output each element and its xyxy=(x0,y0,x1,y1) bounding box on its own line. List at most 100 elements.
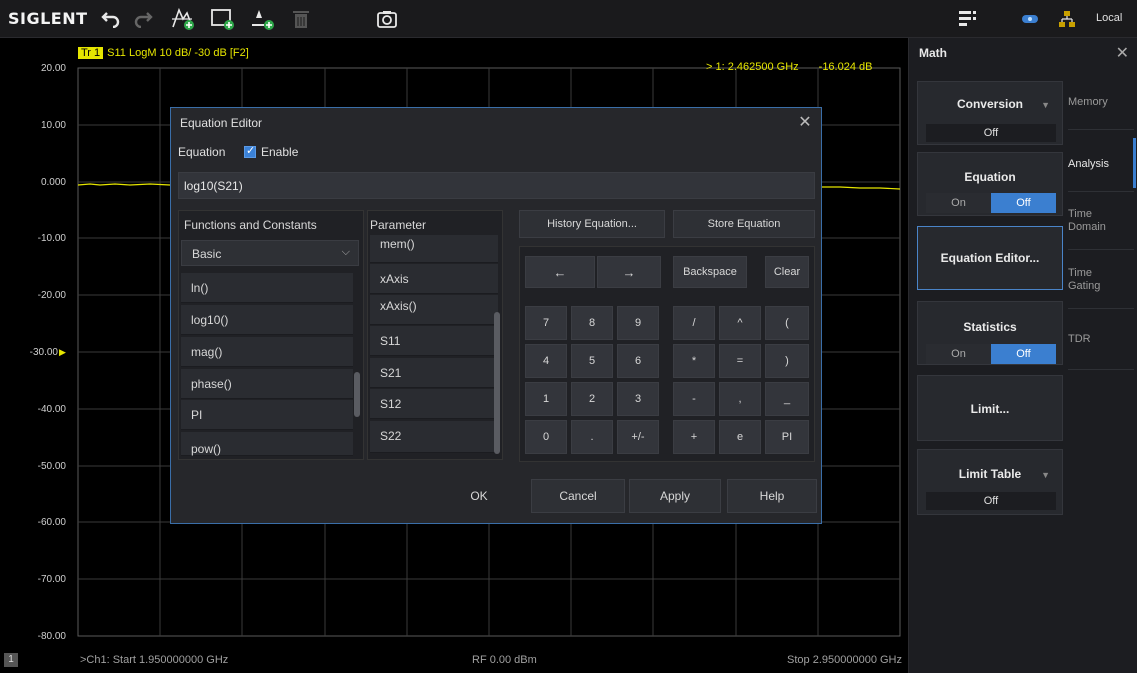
tab-time-gating[interactable]: Time Gating xyxy=(1068,267,1112,293)
key-7[interactable]: 7 xyxy=(525,306,567,340)
ok-button[interactable]: OK xyxy=(433,479,525,513)
key-plus[interactable]: + xyxy=(673,420,715,454)
key-2[interactable]: 2 xyxy=(571,382,613,416)
limit-button[interactable]: Limit... xyxy=(917,375,1063,441)
key-multiply[interactable]: * xyxy=(673,344,715,378)
key-comma[interactable]: , xyxy=(719,382,761,416)
y-axis-label: -20.00 xyxy=(37,290,66,301)
function-item[interactable]: PI xyxy=(181,400,353,430)
parameter-item[interactable]: S12 xyxy=(370,389,498,419)
help-button[interactable]: Help xyxy=(727,479,817,513)
parameter-scrollbar[interactable] xyxy=(494,312,500,454)
key-6[interactable]: 6 xyxy=(617,344,659,378)
key-divide[interactable]: / xyxy=(673,306,715,340)
cursor-left-button[interactable]: ← xyxy=(525,256,595,288)
key-close-paren[interactable]: ) xyxy=(765,344,809,378)
parameter-item[interactable]: xAxis xyxy=(370,264,498,294)
statistics-toggle[interactable]: Statistics On Off xyxy=(917,301,1063,365)
function-item[interactable]: phase() xyxy=(181,369,353,399)
key-8[interactable]: 8 xyxy=(571,306,613,340)
parameter-item[interactable]: mem() xyxy=(370,235,498,263)
statistics-on-option[interactable]: On xyxy=(926,344,991,364)
cancel-button[interactable]: Cancel xyxy=(531,479,625,513)
equation-toggle[interactable]: Equation On Off xyxy=(917,152,1063,216)
camera-icon[interactable] xyxy=(374,6,400,32)
trace-tag[interactable]: Tr 1 xyxy=(78,47,104,59)
chevron-down-icon: ⌵ xyxy=(341,246,350,258)
statistics-label: Statistics xyxy=(963,320,1017,334)
key-4[interactable]: 4 xyxy=(525,344,567,378)
function-item[interactable]: ln() xyxy=(181,273,353,303)
statistics-on-off[interactable]: On Off xyxy=(926,344,1056,364)
tab-memory[interactable]: Memory xyxy=(1068,96,1134,109)
enable-checkbox[interactable] xyxy=(244,144,256,158)
store-equation-button[interactable]: Store Equation xyxy=(673,210,815,238)
network-icon[interactable] xyxy=(1054,6,1080,32)
key-minus[interactable]: - xyxy=(673,382,715,416)
close-icon[interactable]: ✕ xyxy=(1116,43,1129,63)
tab-analysis[interactable]: Analysis xyxy=(1068,158,1134,171)
parameter-item[interactable]: S22 xyxy=(370,421,498,453)
tab-time-domain[interactable]: Time Domain xyxy=(1068,208,1112,234)
math-side-panel: Math ✕ Conversion ▼ Off Equation On Off … xyxy=(908,38,1137,673)
enable-label[interactable]: Enable xyxy=(261,145,298,159)
parameter-item[interactable]: S21 xyxy=(370,358,498,388)
add-window-icon[interactable] xyxy=(210,6,236,32)
delete-icon[interactable] xyxy=(288,6,314,32)
channel-number[interactable]: 1 xyxy=(4,653,18,667)
equation-on-option[interactable]: On xyxy=(926,193,991,213)
trace-info: S11 LogM 10 dB/ -30 dB [F2] xyxy=(107,47,249,59)
equation-on-off[interactable]: On Off xyxy=(926,193,1056,213)
equation-off-option[interactable]: Off xyxy=(991,193,1056,213)
parameter-item[interactable]: S11 xyxy=(370,326,498,356)
y-axis-label: 10.00 xyxy=(40,120,66,131)
function-item[interactable]: pow() xyxy=(181,432,353,456)
marker-value: -16.024 dB xyxy=(818,61,873,73)
tab-tdr[interactable]: TDR xyxy=(1068,333,1134,346)
limit-table-button[interactable]: Limit Table ▼ Off xyxy=(917,449,1063,515)
key-3[interactable]: 3 xyxy=(617,382,659,416)
start-frequency[interactable]: >Ch1: Start 1.950000000 GHz xyxy=(80,654,228,666)
apply-button[interactable]: Apply xyxy=(629,479,721,513)
parameter-title: Parameter xyxy=(370,218,427,232)
dialog-title: Equation Editor xyxy=(180,116,263,130)
undo-icon[interactable] xyxy=(98,6,124,32)
equation-input[interactable] xyxy=(178,172,815,199)
key-5[interactable]: 5 xyxy=(571,344,613,378)
key-open-paren[interactable]: ( xyxy=(765,306,809,340)
functions-scrollbar[interactable] xyxy=(354,372,360,417)
key-9[interactable]: 9 xyxy=(617,306,659,340)
key-e[interactable]: e xyxy=(719,420,761,454)
close-icon[interactable]: ✕ xyxy=(796,112,814,131)
touch-menu-icon[interactable] xyxy=(955,6,981,32)
function-item[interactable]: mag() xyxy=(181,337,353,367)
reference-level-marker[interactable]: ▶ xyxy=(59,347,66,358)
function-item[interactable]: log10() xyxy=(181,305,353,335)
clear-button[interactable]: Clear xyxy=(765,256,809,288)
function-category-select[interactable]: Basic ⌵ xyxy=(181,240,359,266)
key-underscore[interactable]: _ xyxy=(765,382,809,416)
equation-label: Equation xyxy=(178,145,226,159)
backspace-button[interactable]: Backspace xyxy=(673,256,747,288)
add-trace-icon[interactable] xyxy=(170,6,196,32)
key-sign-toggle[interactable]: +/- xyxy=(617,420,659,454)
redo-icon[interactable] xyxy=(130,6,156,32)
rf-power[interactable]: RF 0.00 dBm xyxy=(472,654,537,666)
parameter-item[interactable]: xAxis() xyxy=(370,295,498,325)
equation-label: Equation xyxy=(964,170,1016,184)
stop-frequency[interactable]: Stop 2.950000000 GHz xyxy=(787,654,902,666)
key-0[interactable]: 0 xyxy=(525,420,567,454)
equation-editor-button[interactable]: Equation Editor... xyxy=(917,226,1063,290)
key-equals[interactable]: = xyxy=(719,344,761,378)
add-marker-icon[interactable] xyxy=(250,6,276,32)
statistics-off-option[interactable]: Off xyxy=(991,344,1056,364)
key-pi[interactable]: PI xyxy=(765,420,809,454)
key-1[interactable]: 1 xyxy=(525,382,567,416)
conversion-button[interactable]: Conversion ▼ Off xyxy=(917,81,1063,145)
key-power[interactable]: ^ xyxy=(719,306,761,340)
trace-header[interactable]: Tr 1 S11 LogM 10 dB/ -30 dB [F2] xyxy=(78,47,249,59)
usb-icon[interactable] xyxy=(1018,6,1044,32)
cursor-right-button[interactable]: → xyxy=(597,256,661,288)
key-decimal[interactable]: . xyxy=(571,420,613,454)
history-equation-button[interactable]: History Equation... xyxy=(519,210,665,238)
